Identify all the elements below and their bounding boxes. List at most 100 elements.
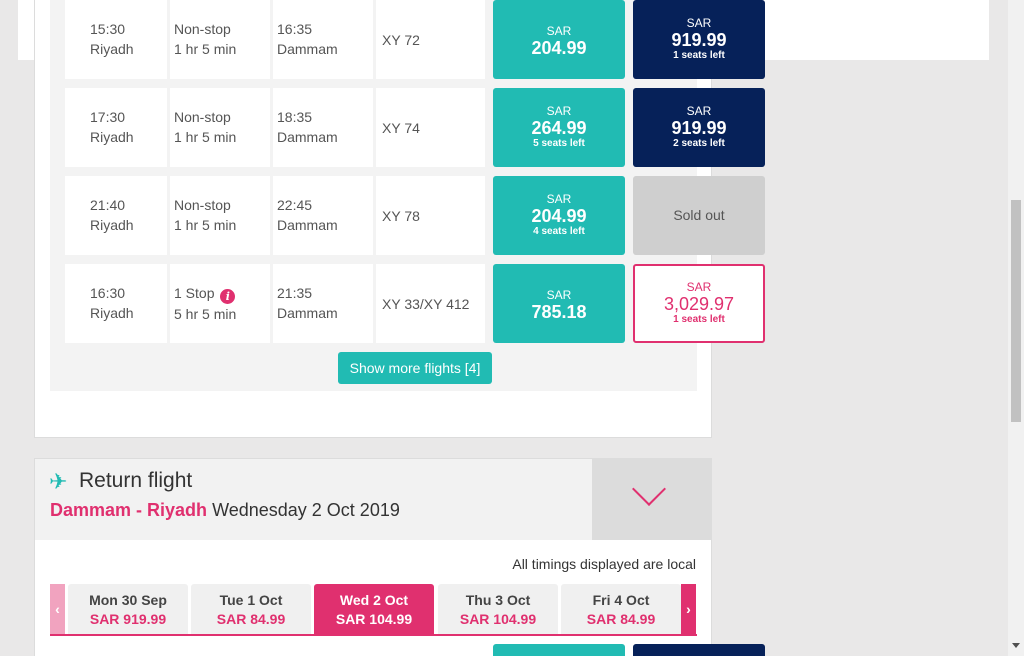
fare-currency: SAR	[686, 280, 712, 294]
stops-label: Non-stop	[174, 21, 231, 37]
sold-out-fare: Sold out	[633, 176, 765, 255]
departure-time: 21:40	[90, 197, 126, 213]
timings-note: All timings displayed are local	[512, 556, 696, 572]
date-tab-price: SAR 104.99	[335, 611, 413, 627]
flight-number: XY 33/XY 412	[376, 264, 485, 343]
business-fare-button[interactable]: SAR 3,029.97 1 seats left	[633, 264, 765, 343]
stops-label: 1 Stop	[174, 285, 215, 301]
stops-line: 1 Stop i	[174, 283, 270, 304]
arrival-city: Dammam	[277, 129, 338, 145]
departure-city: Riyadh	[90, 41, 134, 57]
info-icon[interactable]: i	[220, 289, 236, 304]
departure-city: Riyadh	[90, 305, 134, 321]
fare-amount: 264.99	[531, 118, 587, 138]
departure-cell: 21:40 Riyadh	[65, 176, 167, 255]
show-more-flights-button[interactable]: Show more flights [4]	[338, 352, 492, 384]
fare-currency: SAR	[546, 288, 572, 302]
economy-fare-button[interactable]: SAR 785.18	[493, 264, 625, 343]
business-fare-button[interactable]: SAR 919.99 2 seats left	[633, 88, 765, 167]
stops-cell: Non-stop 1 hr 5 min	[170, 176, 270, 255]
date-tab-day: Fri 4 Oct	[592, 592, 650, 608]
return-header[interactable]: ✈ Return flight Dammam - Riyadh Wednesda…	[35, 459, 592, 540]
arrival-time: 16:35	[277, 21, 313, 37]
arrival-city: Dammam	[277, 41, 338, 57]
return-route-line: Dammam - Riyadh Wednesday 2 Oct 2019	[50, 500, 400, 521]
fare-amount: 919.99	[671, 118, 727, 138]
fare-currency: SAR	[686, 104, 712, 118]
fare-currency: SAR	[546, 192, 572, 206]
next-fare-peek	[633, 644, 765, 656]
return-title: Return flight	[79, 469, 193, 492]
fare-currency: SAR	[686, 16, 712, 30]
date-tab[interactable]: Thu 3 Oct SAR 104.99	[438, 584, 558, 634]
seats-left: 5 seats left	[533, 138, 585, 149]
return-date: Wednesday 2 Oct 2019	[212, 500, 400, 520]
seats-left: 1 seats left	[673, 314, 725, 325]
chevron-right-icon[interactable]: ›	[681, 584, 696, 634]
arrival-cell: 16:35 Dammam	[273, 0, 373, 79]
scrollbar-thumb[interactable]	[1011, 200, 1021, 422]
arrival-time: 21:35	[277, 285, 313, 301]
economy-fare-button[interactable]: SAR 204.99 4 seats left	[493, 176, 625, 255]
plane-icon: ✈	[49, 469, 68, 494]
economy-fare-button[interactable]: SAR 204.99	[493, 0, 625, 79]
arrival-cell: 18:35 Dammam	[273, 88, 373, 167]
date-tab-price: SAR 84.99	[216, 611, 286, 627]
date-tab[interactable]: Fri 4 Oct SAR 84.99	[561, 584, 681, 634]
expand-toggle[interactable]	[592, 459, 712, 540]
flight-number: XY 72	[376, 0, 485, 79]
arrival-cell: 22:45 Dammam	[273, 176, 373, 255]
date-tab-selected[interactable]: Wed 2 Oct SAR 104.99	[314, 584, 434, 634]
stops-cell: Non-stop 1 hr 5 min	[170, 0, 270, 79]
date-tab[interactable]: Mon 30 Sep SAR 919.99	[68, 584, 188, 634]
fare-amount: 204.99	[531, 38, 587, 58]
departure-cell: 16:30 Riyadh	[65, 264, 167, 343]
departure-cell: 17:30 Riyadh	[65, 88, 167, 167]
fare-amount: 3,029.97	[663, 294, 735, 314]
departure-cell: 15:30 Riyadh	[65, 0, 167, 79]
arrival-time: 22:45	[277, 197, 313, 213]
chevron-down-icon	[632, 472, 666, 506]
date-tab-day: Wed 2 Oct	[339, 592, 409, 608]
departure-city: Riyadh	[90, 129, 134, 145]
duration: 1 hr 5 min	[174, 129, 237, 145]
chevron-left-icon[interactable]: ‹	[50, 584, 65, 634]
date-tab-day: Thu 3 Oct	[465, 592, 531, 608]
duration: 5 hr 5 min	[174, 306, 237, 322]
date-tab-day: Mon 30 Sep	[89, 592, 167, 608]
arrival-city: Dammam	[277, 305, 338, 321]
business-fare-button[interactable]: SAR 919.99 1 seats left	[633, 0, 765, 79]
return-route: Dammam - Riyadh	[50, 500, 208, 520]
departure-time: 16:30	[90, 285, 126, 301]
arrival-cell: 21:35 Dammam	[273, 264, 373, 343]
duration: 1 hr 5 min	[174, 217, 237, 233]
stops-label: Non-stop	[174, 197, 231, 213]
duration: 1 hr 5 min	[174, 41, 237, 57]
date-tab-price: SAR 104.99	[459, 611, 537, 627]
next-fare-peek	[493, 644, 625, 656]
seats-left: 4 seats left	[533, 226, 585, 237]
fare-amount: 919.99	[671, 30, 727, 50]
scrollbar[interactable]	[1008, 0, 1024, 656]
economy-fare-button[interactable]: SAR 264.99 5 seats left	[493, 88, 625, 167]
arrival-city: Dammam	[277, 217, 338, 233]
return-flight-section: ✈ Return flight Dammam - Riyadh Wednesda…	[34, 458, 712, 656]
seats-left: 1 seats left	[673, 50, 725, 61]
date-selector: ‹ Mon 30 Sep SAR 919.99 Tue 1 Oct SAR 84…	[50, 584, 697, 636]
stops-cell: 1 Stop i 5 hr 5 min	[170, 264, 270, 343]
fare-amount: 785.18	[531, 302, 587, 322]
scroll-down-icon[interactable]	[1012, 643, 1020, 648]
stops-cell: Non-stop 1 hr 5 min	[170, 88, 270, 167]
fare-amount: 204.99	[531, 206, 587, 226]
stops-label: Non-stop	[174, 109, 231, 125]
departure-city: Riyadh	[90, 217, 134, 233]
fare-currency: SAR	[546, 104, 572, 118]
date-tab-day: Tue 1 Oct	[219, 592, 283, 608]
arrival-time: 18:35	[277, 109, 313, 125]
departure-time: 17:30	[90, 109, 126, 125]
date-tab-price: SAR 84.99	[586, 611, 656, 627]
departure-time: 15:30	[90, 21, 126, 37]
flight-number: XY 74	[376, 88, 485, 167]
date-tab[interactable]: Tue 1 Oct SAR 84.99	[191, 584, 311, 634]
date-tab-price: SAR 919.99	[89, 611, 167, 627]
